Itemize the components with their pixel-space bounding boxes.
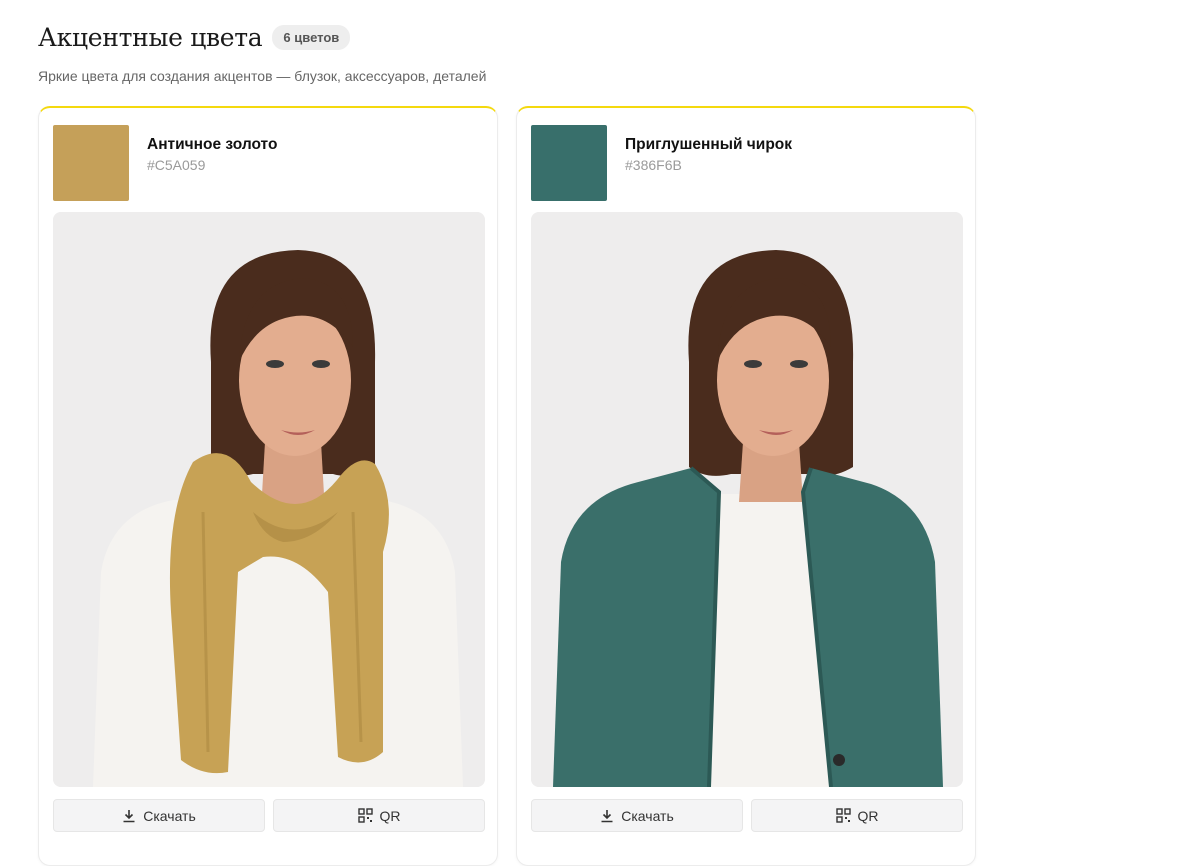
color-cards: Античное золото #C5A059 Скачать QR Пригл…	[38, 106, 976, 866]
color-swatch	[53, 125, 129, 201]
download-icon	[600, 809, 614, 823]
model-photo	[53, 212, 485, 787]
color-card-header: Античное золото #C5A059	[53, 125, 277, 201]
section-header: Акцентные цвета 6 цветов	[38, 20, 1168, 54]
qr-label: QR	[857, 807, 879, 824]
download-label: Скачать	[143, 807, 196, 824]
color-card: Приглушенный чирок #386F6B Скачать QR	[516, 106, 976, 866]
qr-button[interactable]: QR	[751, 799, 963, 832]
color-card: Античное золото #C5A059 Скачать QR	[38, 106, 498, 866]
color-hex: #C5A059	[147, 157, 206, 173]
color-card-header: Приглушенный чирок #386F6B	[531, 125, 792, 201]
card-actions: Скачать QR	[531, 799, 963, 832]
download-label: Скачать	[621, 807, 674, 824]
download-button[interactable]: Скачать	[531, 799, 743, 832]
color-hex: #386F6B	[625, 157, 682, 173]
model-photo	[531, 212, 963, 787]
qr-button[interactable]: QR	[273, 799, 485, 832]
card-actions: Скачать QR	[53, 799, 485, 832]
accent-colors-section: Акцентные цвета 6 цветов Яркие цвета для…	[38, 20, 1168, 85]
color-info: Приглушенный чирок #386F6B	[625, 136, 792, 201]
color-name: Античное золото	[147, 136, 278, 153]
download-icon	[122, 809, 136, 823]
color-info: Античное золото #C5A059	[147, 136, 277, 201]
qr-label: QR	[379, 807, 401, 824]
section-title: Акцентные цвета	[38, 22, 263, 52]
color-count-badge: 6 цветов	[272, 24, 351, 50]
qr-code-icon	[835, 808, 851, 823]
color-name: Приглушенный чирок	[625, 136, 793, 153]
section-subtitle: Яркие цвета для создания акцентов — блуз…	[38, 68, 487, 84]
color-swatch	[531, 125, 607, 201]
qr-code-icon	[357, 808, 373, 823]
download-button[interactable]: Скачать	[53, 799, 265, 832]
